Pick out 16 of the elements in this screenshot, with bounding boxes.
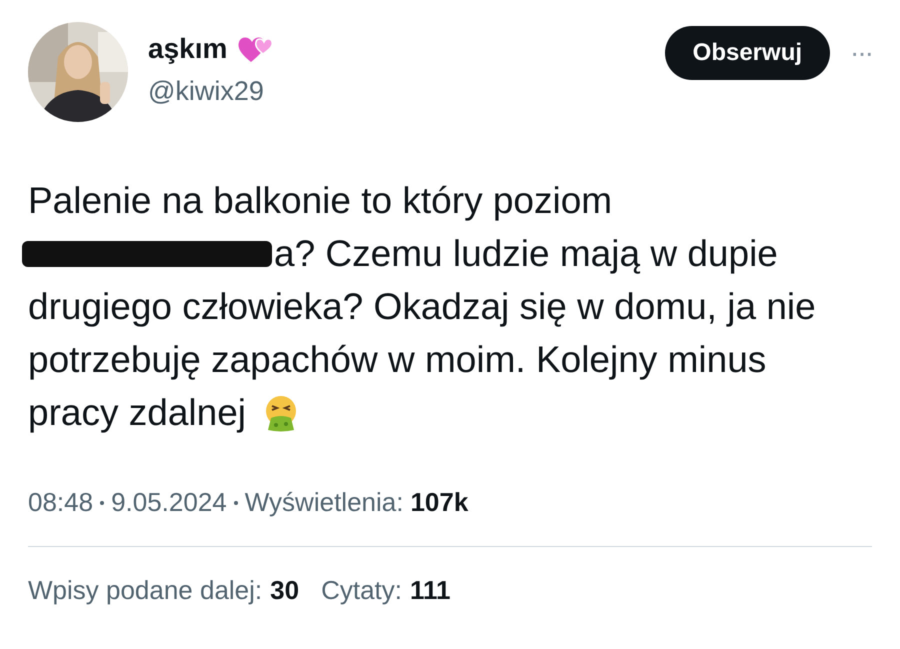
- tweet-text: potrzebuję zapachów w moim. Kolejny minus: [28, 338, 766, 382]
- views-label: Wyświetlenia:: [244, 486, 404, 519]
- tweet-text: pracy zdalnej: [28, 391, 246, 435]
- follow-button[interactable]: Obserwuj: [664, 26, 830, 80]
- post-time: 08:48: [28, 486, 94, 519]
- tweet-text: a? Czemu ludzie mają w dupie: [274, 232, 778, 276]
- stat-label: Wpisy podane dalej:: [28, 574, 262, 607]
- stat-label: Cytaty:: [321, 574, 402, 607]
- user-handle: @kiwix29: [148, 75, 265, 108]
- stat-count: 30: [270, 574, 300, 607]
- tweet-text: drugiego człowieka? Okadzaj się w domu, ja nie: [28, 285, 816, 329]
- views-count: 107k: [410, 486, 468, 519]
- post-date: 9.05.2024: [111, 486, 227, 519]
- tweet-text: Palenie na balkonie to który poziom: [28, 180, 612, 221]
- stat-count: 111: [410, 574, 450, 607]
- display-name: aşkım: [148, 32, 228, 66]
